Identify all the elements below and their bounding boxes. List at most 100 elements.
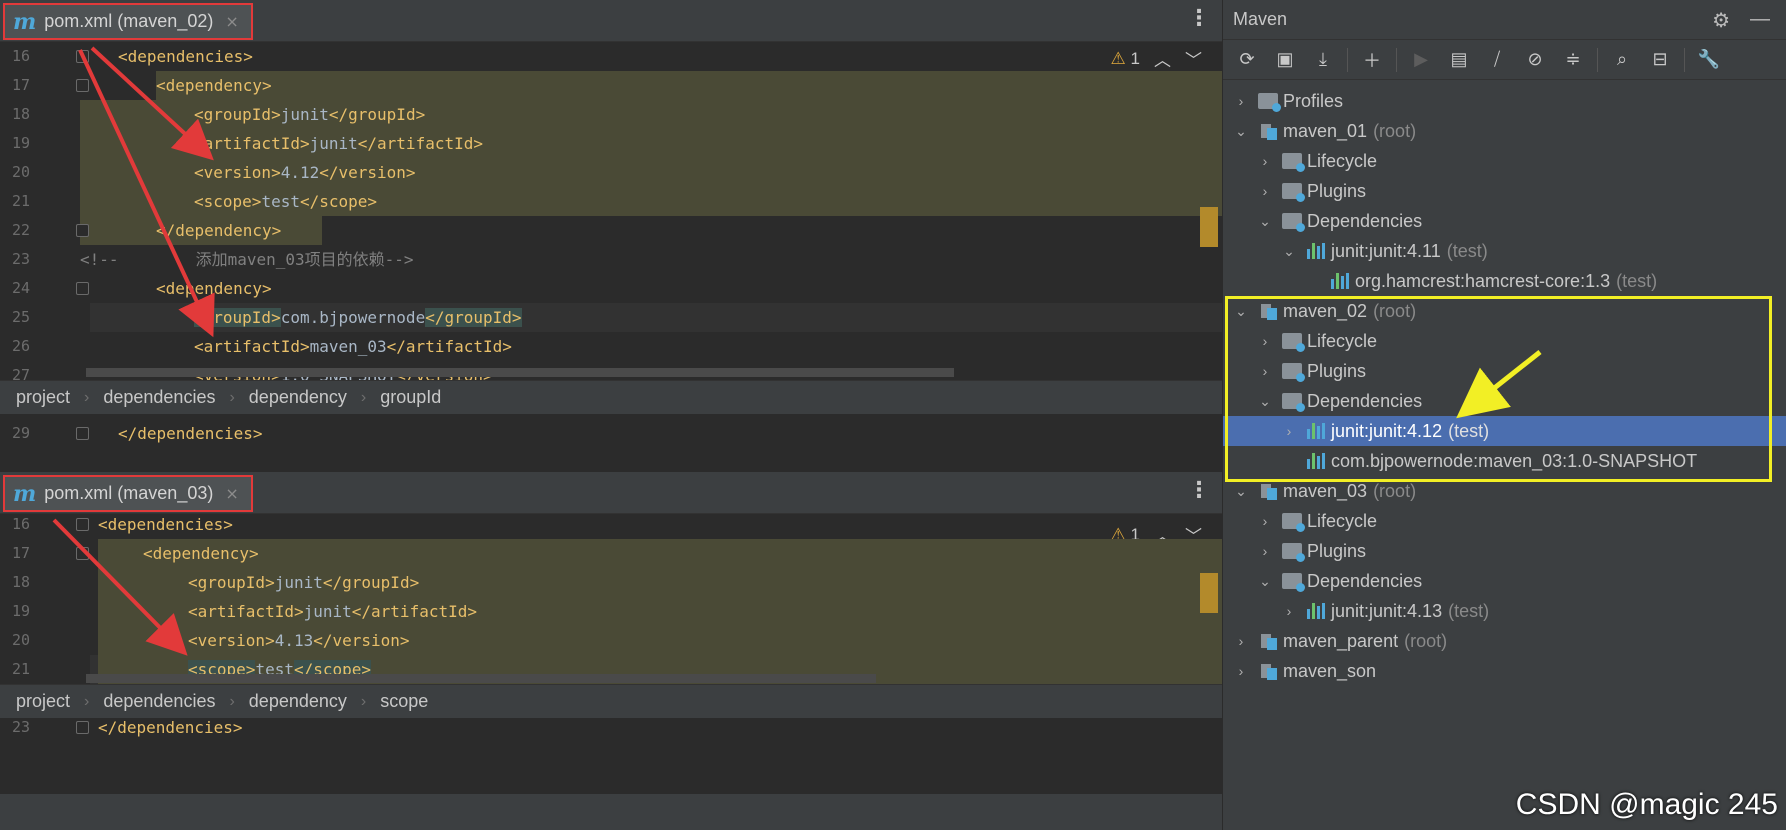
fold-marker-icon[interactable] (76, 224, 89, 237)
code-line[interactable]: 23 <!-- 添加maven_03项目的依赖--> (0, 245, 1222, 274)
maven-folder-icon (1281, 571, 1305, 592)
fold-marker-icon[interactable] (76, 282, 89, 295)
editor-pane-maven-02: m pom.xml (maven_02) × ⋮ ⚠ 1 ︿ ﹀ 16 <depe… (0, 0, 1222, 472)
tree-node[interactable]: ⌄ Dependencies (1223, 566, 1786, 596)
collapse-icon[interactable]: ≑ (1559, 46, 1587, 74)
line-number: 23 (11, 250, 30, 268)
code-line[interactable]: 18 <groupId>junit</groupId> (0, 100, 1222, 129)
code-line[interactable]: 16 <dependencies> (0, 42, 1222, 71)
code-token: <dependency> (143, 544, 259, 563)
show-deps-icon[interactable]: ⊟ (1646, 46, 1674, 74)
breadcrumb-item[interactable]: dependency (249, 691, 347, 712)
maven-project-icon (1257, 661, 1279, 681)
generate-sources-icon[interactable]: ▣ (1271, 46, 1299, 74)
chevron-right-icon[interactable]: › (1233, 663, 1249, 679)
tree-node-label: org.hamcrest:hamcrest-core:1.3 (1355, 270, 1611, 291)
maven-title: Maven (1233, 9, 1288, 29)
gear-icon[interactable]: ⚙ (1712, 8, 1730, 33)
code-line[interactable]: 17 <dependency> (0, 71, 1222, 100)
code-token: </scope> (299, 192, 378, 211)
tree-node[interactable]: › Plugins (1223, 536, 1786, 566)
tree-node[interactable]: › Lifecycle (1223, 506, 1786, 536)
tree-node[interactable]: › junit:junit:4.13 (test) (1223, 596, 1786, 626)
tree-node[interactable]: › Plugins (1223, 176, 1786, 206)
breadcrumb-item[interactable]: scope (380, 691, 428, 712)
tab-close-icon[interactable]: × (225, 12, 238, 31)
breadcrumb-separator-icon: › (84, 692, 90, 710)
chevron-right-icon[interactable]: › (1257, 153, 1273, 169)
maven-folder-icon (1281, 541, 1305, 562)
chevron-right-icon[interactable]: › (1281, 603, 1297, 619)
tree-node[interactable]: › Profiles (1223, 86, 1786, 116)
skip-tests-icon[interactable]: ⊘ (1521, 46, 1549, 74)
tree-node[interactable]: › Lifecycle (1223, 146, 1786, 176)
code-line[interactable]: 20 <version>4.12</version> (0, 158, 1222, 187)
chevron-right-icon[interactable]: › (1233, 93, 1249, 109)
code-line[interactable]: 17 <dependency> (0, 539, 1222, 568)
code-line[interactable]: 18 <groupId>junit</groupId> (0, 568, 1222, 597)
chevron-down-icon[interactable]: ⌄ (1233, 483, 1249, 500)
tree-node[interactable]: › maven_son (1223, 656, 1786, 686)
tab-close-icon[interactable]: × (225, 484, 238, 503)
fold-marker-icon[interactable] (76, 518, 89, 531)
editor-tab-pom-maven-03[interactable]: m pom.xml (maven_03) × (3, 475, 253, 512)
breadcrumb-item[interactable]: project (16, 387, 70, 408)
code-line[interactable]: 25 <groupId>com.bjpowernode</groupId> (0, 303, 1222, 332)
code-line[interactable]: 29 </dependencies> (0, 419, 1222, 448)
horizontal-scrollbar[interactable] (86, 368, 954, 377)
download-icon[interactable]: ⤓ (1309, 46, 1337, 74)
breadcrumb-item[interactable]: dependency (249, 387, 347, 408)
minimize-icon[interactable]: — (1750, 8, 1770, 33)
breadcrumb-item[interactable]: groupId (380, 387, 441, 408)
scrollbar-marker[interactable] (1200, 207, 1218, 247)
chevron-down-icon[interactable]: ⌄ (1257, 573, 1273, 590)
chevron-right-icon[interactable]: › (1257, 543, 1273, 559)
tree-node-hint: (root) (1373, 120, 1417, 141)
add-icon[interactable]: ＋ (1358, 46, 1386, 74)
chevron-right-icon[interactable]: › (1257, 183, 1273, 199)
library-icon (1329, 271, 1351, 291)
reload-icon[interactable]: ⟳ (1233, 46, 1261, 74)
line-number: 17 (11, 76, 30, 94)
tree-node[interactable]: › maven_parent (root) (1223, 626, 1786, 656)
tree-node[interactable]: org.hamcrest:hamcrest-core:1.3 (test) (1223, 266, 1786, 296)
chevron-down-icon[interactable]: ⌄ (1257, 213, 1273, 230)
chevron-down-icon[interactable]: ⌄ (1233, 123, 1249, 140)
code-line[interactable]: 22 </dependency> (0, 216, 1222, 245)
editor-tab-pom-maven-02[interactable]: m pom.xml (maven_02) × (3, 3, 253, 40)
settings-wrench-icon[interactable]: 🔧 (1695, 46, 1723, 74)
tree-node[interactable]: ⌄ junit:junit:4.11 (test) (1223, 236, 1786, 266)
code-line[interactable]: 19 <artifactId>junit</artifactId> (0, 129, 1222, 158)
code-token: <groupId> (194, 105, 281, 124)
tree-node-label: Profiles (1283, 90, 1344, 111)
code-line[interactable]: 19 <artifactId>junit</artifactId> (0, 597, 1222, 626)
horizontal-scrollbar[interactable] (86, 674, 876, 683)
code-line[interactable]: 20 <version>4.13</version> (0, 626, 1222, 655)
tree-node[interactable]: ⌄ maven_01 (root) (1223, 116, 1786, 146)
code-line[interactable]: 16 <dependencies> (0, 510, 1222, 539)
chevron-down-icon[interactable]: ⌄ (1281, 243, 1297, 260)
breadcrumb-item[interactable]: dependencies (103, 387, 215, 408)
execute-goal-icon[interactable]: ▤ (1445, 46, 1473, 74)
code-line[interactable]: 24 <dependency> (0, 274, 1222, 303)
toggle-offline-icon[interactable]: ⧸ (1483, 46, 1511, 74)
code-line[interactable]: 21 <scope>test</scope> (0, 187, 1222, 216)
more-options-icon[interactable]: ⋮ (1188, 6, 1210, 31)
fold-marker-icon[interactable] (76, 721, 89, 734)
chevron-right-icon[interactable]: › (1257, 513, 1273, 529)
breadcrumb-item[interactable]: dependencies (103, 691, 215, 712)
fold-marker-icon[interactable] (76, 547, 89, 560)
code-line[interactable]: 26 <artifactId>maven_03</artifactId> (0, 332, 1222, 361)
scrollbar-marker[interactable] (1200, 573, 1218, 613)
analyze-deps-icon[interactable]: ⌕ (1608, 46, 1636, 74)
chevron-right-icon[interactable]: › (1233, 633, 1249, 649)
breadcrumb-item[interactable]: project (16, 691, 70, 712)
fold-marker-icon[interactable] (76, 50, 89, 63)
annotation-yellow-box (1225, 296, 1772, 482)
code-text: <scope>test</scope> (194, 187, 377, 216)
tree-node[interactable]: ⌄ Dependencies (1223, 206, 1786, 236)
more-options-icon[interactable]: ⋮ (1188, 478, 1210, 503)
run-icon[interactable]: ▶ (1407, 46, 1435, 74)
fold-marker-icon[interactable] (76, 79, 89, 92)
fold-marker-icon[interactable] (76, 427, 89, 440)
